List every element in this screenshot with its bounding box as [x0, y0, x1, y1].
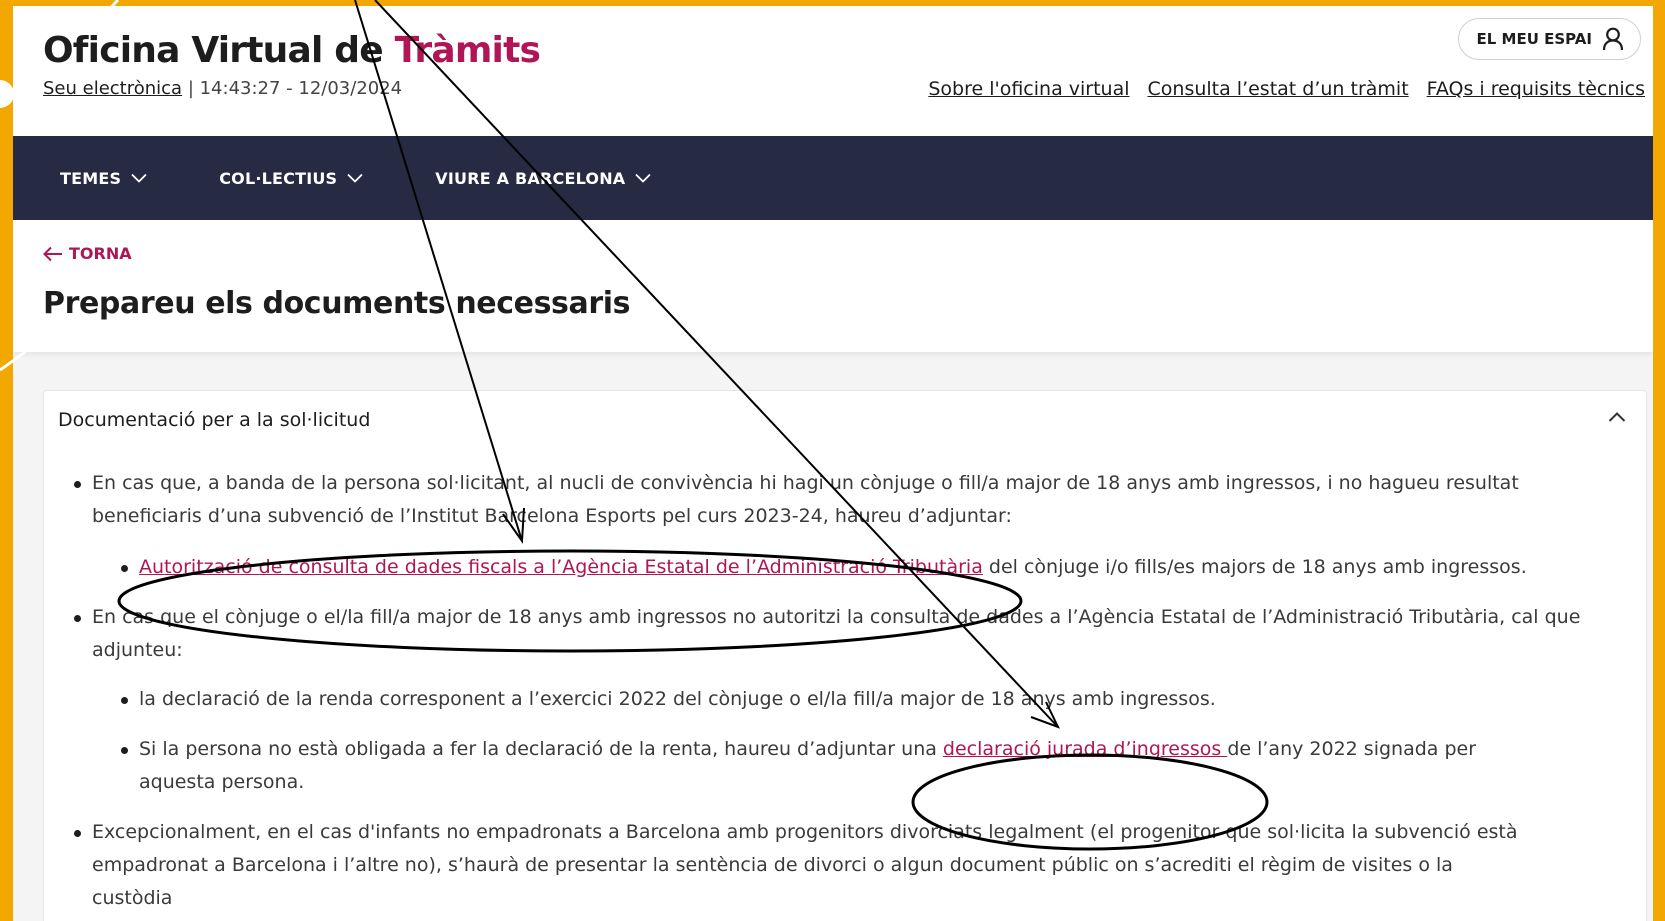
- nav-item-collectius[interactable]: COL·LECTIUS: [219, 169, 363, 188]
- back-link[interactable]: TORNA: [43, 244, 132, 263]
- back-label: TORNA: [69, 244, 132, 263]
- nav-item-viure-barcelona[interactable]: VIURE A BARCELONA: [435, 168, 652, 188]
- user-icon: [1602, 27, 1624, 51]
- chevron-down-icon: [635, 173, 652, 183]
- datetime-text: | 14:43:27 - 12/03/2024: [182, 78, 403, 99]
- site-title-accent: Tràmits: [394, 30, 541, 71]
- seu-line: Seu electrònica | 14:43:27 - 12/03/2024: [43, 78, 402, 99]
- documents-accordion: Documentació per a la sol·licitud En cas…: [43, 390, 1647, 921]
- link-faqs[interactable]: FAQs i requisits tècnics: [1427, 78, 1645, 100]
- fiscal-data-authorization-link[interactable]: Autorització de consulta de dades fiscal…: [139, 556, 983, 578]
- list-item: Si la persona no està obligada a fer la …: [121, 733, 1519, 799]
- list-item: la declaració de la renda corresponent a…: [121, 683, 1579, 716]
- frame-decoration: [0, 80, 14, 108]
- page-title: Prepareu els documents necessaris: [43, 286, 631, 321]
- list-item-text: del cònjuge i/o fills/es majors de 18 an…: [982, 556, 1527, 578]
- list-item: Excepcionalment, en el cas d'infants no …: [74, 816, 1522, 915]
- sworn-income-declaration-link[interactable]: declaració jurada d’ingressos: [943, 738, 1227, 760]
- nav-item-label: TEMES: [60, 168, 122, 188]
- nav-item-label: VIURE A BARCELONA: [435, 168, 626, 188]
- list-item: Autorització de consulta de dades fiscal…: [121, 551, 1589, 584]
- accordion-title[interactable]: Documentació per a la sol·licitud: [58, 409, 370, 431]
- arrow-left-icon: [43, 246, 62, 261]
- my-space-label: EL MEU ESPAI: [1476, 30, 1592, 48]
- site-title-text: Oficina Virtual de: [43, 30, 395, 71]
- site-title[interactable]: Oficina Virtual de Tràmits: [43, 30, 541, 71]
- link-check-status[interactable]: Consulta l’estat d’un tràmit: [1148, 78, 1409, 100]
- list-item: En cas que el cònjuge o el/la fill/a maj…: [74, 601, 1582, 667]
- site-header: Oficina Virtual de Tràmits Seu electròni…: [13, 6, 1653, 136]
- top-links: Sobre l'oficina virtual Consulta l’estat…: [928, 78, 1645, 100]
- seu-electronica-link[interactable]: Seu electrònica: [43, 78, 182, 99]
- page-header: TORNA Prepareu els documents necessaris: [13, 220, 1653, 352]
- list-item-text: Si la persona no està obligada a fer la …: [139, 738, 943, 760]
- list-item: En cas que, a banda de la persona sol·li…: [74, 467, 1532, 533]
- my-space-button[interactable]: EL MEU ESPAI: [1457, 18, 1641, 60]
- chevron-up-icon[interactable]: [1608, 411, 1626, 423]
- browser-page: Oficina Virtual de Tràmits Seu electròni…: [13, 6, 1653, 921]
- main-nav: TEMES COL·LECTIUS VIURE A BARCELONA: [13, 136, 1653, 220]
- nav-item-temes[interactable]: TEMES: [60, 169, 147, 188]
- link-about-office[interactable]: Sobre l'oficina virtual: [928, 78, 1129, 100]
- chevron-down-icon: [347, 173, 363, 183]
- chevron-down-icon: [131, 173, 147, 183]
- nav-item-label: COL·LECTIUS: [219, 168, 338, 188]
